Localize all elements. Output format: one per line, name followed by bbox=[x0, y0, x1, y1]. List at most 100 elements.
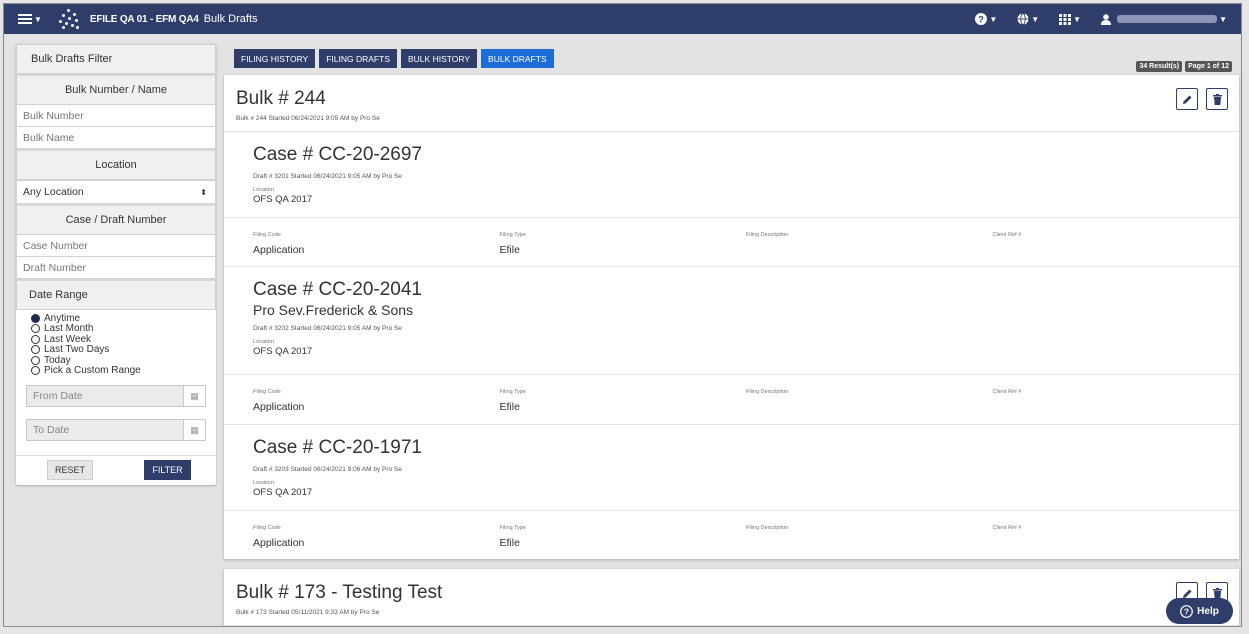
filing-row: Filing Code Application Filing Type Efile … bbox=[224, 375, 1239, 425]
bulk-title: Bulk # 244 bbox=[236, 88, 326, 109]
case-block: Case # CC-20-2041 Pro Sev.Frederick & So… bbox=[224, 267, 1239, 375]
client-ref-col: Client Ref # bbox=[993, 232, 1240, 266]
help-menu-button[interactable]: ? ▼ bbox=[975, 13, 997, 25]
trash-icon bbox=[1212, 93, 1222, 105]
to-date-field[interactable]: To Date ▦ bbox=[26, 419, 206, 441]
tab-bulk-history[interactable]: BULK HISTORY bbox=[401, 49, 478, 68]
reset-button[interactable]: RESET bbox=[47, 460, 93, 480]
calendar-icon[interactable]: ▦ bbox=[183, 386, 205, 406]
tab-filing-history[interactable]: FILING HISTORY bbox=[234, 49, 316, 68]
location-label: Location bbox=[253, 339, 274, 345]
location-value: OFS QA 2017 bbox=[253, 346, 313, 357]
filing-code-label: Filing Code bbox=[253, 232, 281, 238]
radio-selected-icon bbox=[31, 313, 40, 323]
svg-text:?: ? bbox=[979, 15, 985, 25]
filing-code-value: Application bbox=[253, 537, 305, 549]
menu-icon bbox=[18, 12, 32, 26]
filing-row: Filing Code Application Filing Type Efile … bbox=[224, 218, 1239, 267]
location-select[interactable]: Any Location ⬍ bbox=[16, 180, 216, 204]
filing-code-label: Filing Code bbox=[253, 389, 281, 395]
bulk-title: Bulk # 173 - Testing Test bbox=[236, 582, 443, 603]
main-menu-button[interactable]: ▼ bbox=[18, 12, 42, 26]
location-value: Any Location bbox=[23, 186, 84, 198]
from-date-input[interactable]: From Date bbox=[27, 386, 183, 406]
caret-down-icon: ▼ bbox=[34, 14, 42, 24]
grid-icon bbox=[1059, 13, 1072, 25]
filing-type-value: Efile bbox=[499, 244, 520, 256]
bulk-card: Bulk # 244 Bulk # 244 Started 06/24/2021… bbox=[224, 75, 1239, 559]
select-arrows-icon: ⬍ bbox=[200, 187, 207, 197]
calendar-icon[interactable]: ▦ bbox=[183, 420, 205, 440]
radio-icon bbox=[31, 334, 40, 344]
apps-menu-button[interactable]: ▼ bbox=[1059, 13, 1082, 25]
filing-description-col: Filing Description bbox=[746, 232, 993, 266]
caret-down-icon: ▼ bbox=[1031, 14, 1040, 24]
filing-code-value: Application bbox=[253, 401, 305, 413]
location-value: OFS QA 2017 bbox=[253, 194, 313, 205]
case-block: Case # CC-20-1971 Draft # 3203 Started 0… bbox=[224, 425, 1239, 511]
to-date-input[interactable]: To Date bbox=[27, 420, 183, 440]
filter-button[interactable]: FILTER bbox=[144, 460, 191, 480]
radio-icon bbox=[31, 324, 40, 334]
client-ref-col: Client Ref # bbox=[993, 525, 1240, 559]
logo-icon bbox=[58, 8, 80, 30]
filing-description-col: Filing Description bbox=[746, 525, 993, 559]
app-window: ▼ EFILE QA 01 - EFM QA4 Bulk Drafts ? ▼ … bbox=[3, 3, 1242, 627]
language-menu-button[interactable]: ▼ bbox=[1017, 13, 1039, 25]
bulk-meta: Bulk # 244 Started 06/24/2021 9:05 AM by… bbox=[236, 115, 380, 122]
bulk-number-input[interactable]: Bulk Number bbox=[16, 105, 216, 127]
caret-down-icon: ▼ bbox=[1073, 14, 1082, 24]
client-ref-label: Client Ref # bbox=[992, 232, 1022, 238]
date-option-today[interactable]: Today bbox=[31, 355, 216, 366]
filing-row: Filing Code Application Filing Type Efile … bbox=[224, 511, 1239, 559]
date-option-label: Anytime bbox=[44, 312, 81, 324]
filing-description-label: Filing Description bbox=[746, 525, 789, 531]
filter-title: Bulk Drafts Filter bbox=[16, 44, 216, 74]
help-icon: ? bbox=[1180, 604, 1194, 618]
filing-description-label: Filing Description bbox=[746, 389, 789, 395]
date-option-anytime[interactable]: Anytime bbox=[31, 313, 216, 324]
date-option-custom-range[interactable]: Pick a Custom Range bbox=[31, 365, 216, 376]
bulk-name-input[interactable]: Bulk Name bbox=[16, 127, 216, 149]
location-label: Location bbox=[253, 187, 274, 193]
filing-type-col: Filing Type Efile bbox=[500, 389, 747, 424]
filing-code-col: Filing Code Application bbox=[253, 389, 500, 424]
case-party-name: Pro Sev.Frederick & Sons bbox=[253, 302, 414, 318]
user-menu-button[interactable]: ▼ bbox=[1101, 13, 1227, 25]
date-option-label: Last Month bbox=[44, 323, 94, 335]
case-section-header: Case / Draft Number bbox=[16, 204, 216, 235]
top-navbar: ▼ EFILE QA 01 - EFM QA4 Bulk Drafts ? ▼ … bbox=[4, 4, 1241, 34]
help-button[interactable]: ? Help bbox=[1166, 598, 1233, 624]
case-number-input[interactable]: Case Number bbox=[16, 235, 216, 257]
date-option-label: Last Week bbox=[44, 333, 92, 345]
date-option-last-month[interactable]: Last Month bbox=[31, 323, 216, 335]
bulk-card: Bulk # 173 - Testing Test Bulk # 173 Sta… bbox=[224, 569, 1239, 626]
filing-code-col: Filing Code Application bbox=[253, 232, 500, 266]
user-icon bbox=[1101, 13, 1112, 25]
filing-type-label: Filing Type bbox=[499, 525, 527, 531]
bulk-meta: Bulk # 173 Started 05/11/2021 9:33 AM by… bbox=[236, 609, 380, 616]
bulk-header: Bulk # 173 - Testing Test Bulk # 173 Sta… bbox=[224, 569, 1239, 626]
bulk-section-header: Bulk Number / Name bbox=[16, 74, 216, 105]
client-ref-label: Client Ref # bbox=[992, 389, 1022, 395]
edit-bulk-button[interactable] bbox=[1176, 88, 1198, 110]
pencil-icon bbox=[1182, 95, 1191, 104]
filing-type-col: Filing Type Efile bbox=[500, 232, 747, 266]
globe-icon bbox=[1017, 13, 1029, 25]
top-right-tools: ? ▼ ▼ ▼ ▼ bbox=[955, 13, 1227, 25]
filing-code-col: Filing Code Application bbox=[253, 525, 500, 559]
date-option-last-week[interactable]: Last Week bbox=[31, 334, 216, 345]
draft-number-input[interactable]: Draft Number bbox=[16, 257, 216, 279]
from-date-field[interactable]: From Date ▦ bbox=[26, 385, 206, 407]
tab-filing-drafts[interactable]: FILING DRAFTS bbox=[319, 49, 397, 68]
trash-icon bbox=[1212, 587, 1222, 599]
date-option-last-two-days[interactable]: Last Two Days bbox=[31, 344, 216, 355]
tab-bulk-drafts[interactable]: BULK DRAFTS bbox=[481, 49, 554, 68]
svg-text:?: ? bbox=[1184, 606, 1189, 616]
results-count-badge: 34 Result(s) bbox=[1136, 61, 1183, 72]
user-name bbox=[1117, 15, 1218, 23]
filing-description-col: Filing Description bbox=[746, 389, 993, 424]
radio-icon bbox=[31, 366, 40, 376]
filing-type-label: Filing Type bbox=[499, 232, 527, 238]
delete-bulk-button[interactable] bbox=[1206, 88, 1228, 110]
